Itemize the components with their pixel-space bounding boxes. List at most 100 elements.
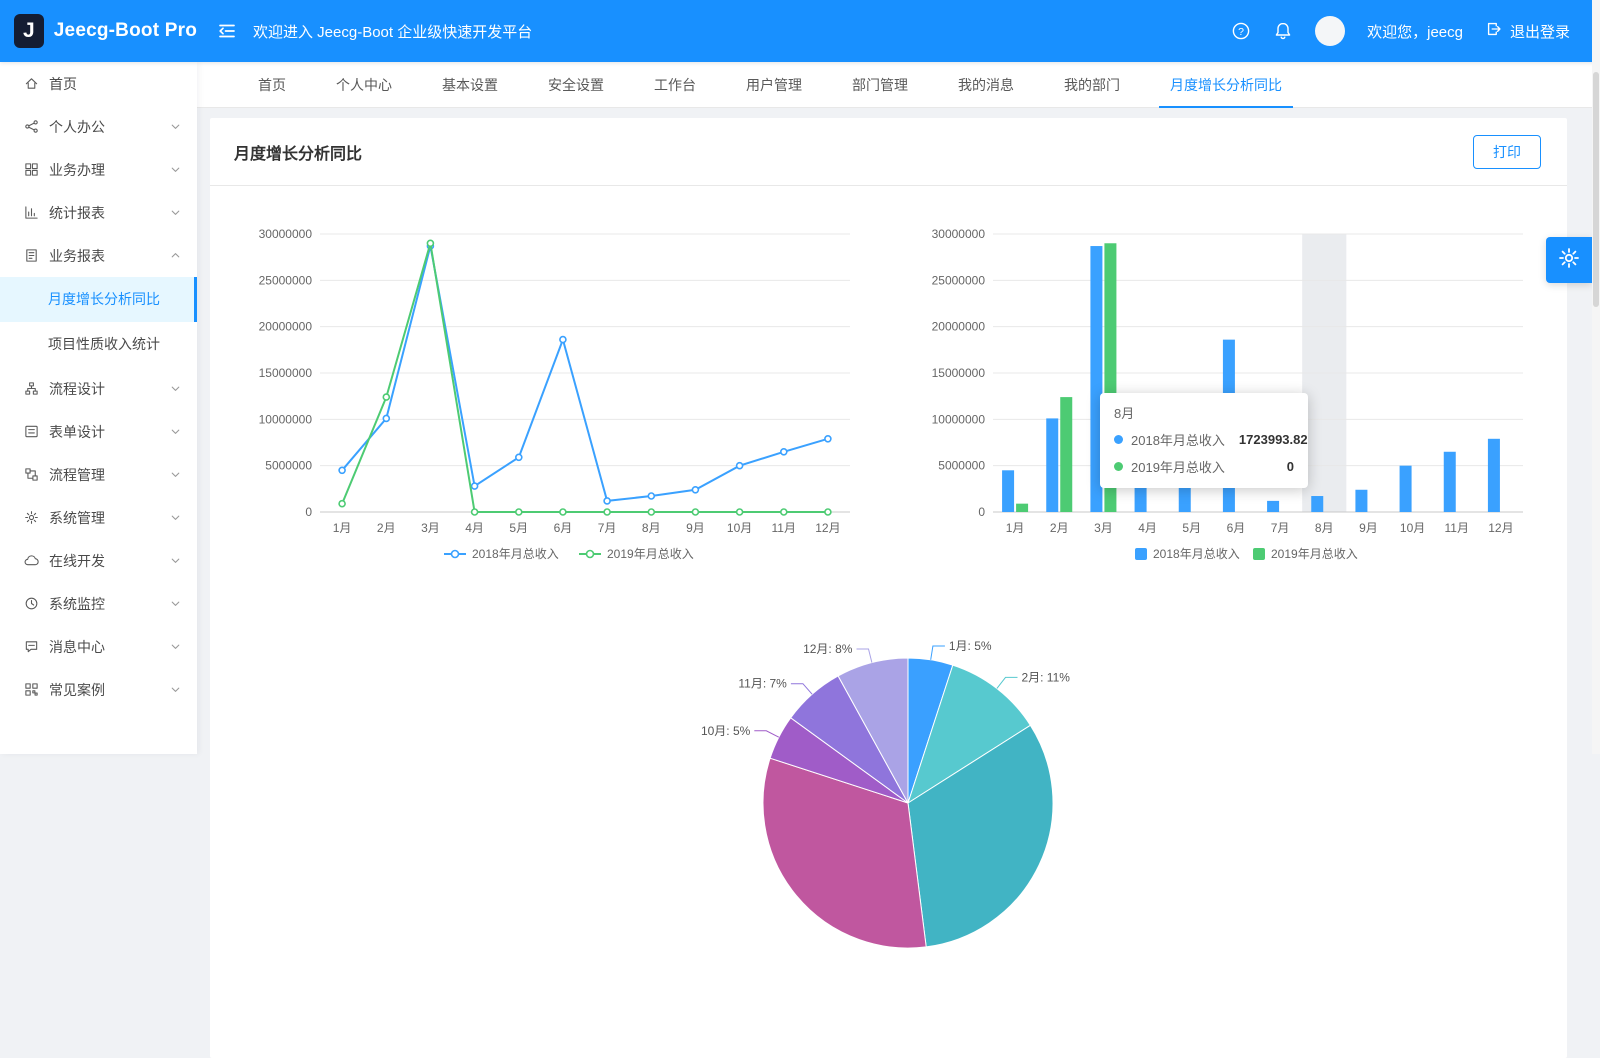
tab-item[interactable]: 工作台: [629, 62, 721, 107]
svg-text:9月: 9月: [1359, 521, 1378, 535]
svg-text:2018年月总收入: 2018年月总收入: [1153, 547, 1240, 561]
sidebar-subitem[interactable]: 项目性质收入统计: [0, 322, 197, 367]
appstore-icon: [24, 162, 39, 177]
bar-chart-icon: [24, 205, 39, 220]
svg-text:10月: 10月: [1400, 521, 1425, 535]
share-icon: [24, 119, 39, 134]
chevron-down-icon: [168, 467, 183, 482]
sidebar-item[interactable]: 常见案例: [0, 668, 197, 711]
bar-chart[interactable]: 0 5000000 10000000 15000000 20000000 25000000…: [905, 208, 1545, 568]
chevron-down-icon: [168, 205, 183, 220]
tab-item[interactable]: 部门管理: [827, 62, 933, 107]
svg-text:2019年月总收入: 2019年月总收入: [607, 547, 694, 561]
avatar[interactable]: [1315, 16, 1346, 46]
svg-text:5000000: 5000000: [265, 459, 312, 473]
svg-text:0: 0: [978, 505, 985, 519]
line-chart[interactable]: 0 5000000 10000000 15000000 20000000 25000000…: [232, 208, 872, 568]
tab-item[interactable]: 首页: [233, 62, 311, 107]
svg-text:4月: 4月: [465, 521, 484, 535]
svg-text:7月: 7月: [598, 521, 617, 535]
scrollbar-thumb[interactable]: [1593, 72, 1599, 307]
svg-text:30000000: 30000000: [932, 227, 986, 241]
svg-text:2018年月总收入: 2018年月总收入: [472, 547, 559, 561]
sidebar-item[interactable]: 流程设计: [0, 367, 197, 410]
sidebar-item[interactable]: 统计报表: [0, 191, 197, 234]
svg-text:9月: 9月: [686, 521, 705, 535]
brand[interactable]: J Jeecg-Boot Pro: [0, 14, 197, 48]
sidebar-item[interactable]: 个人办公: [0, 105, 197, 148]
page-scrollbar[interactable]: [1592, 0, 1600, 754]
message-icon: [24, 639, 39, 654]
svg-text:11月: 11月: [772, 521, 796, 535]
svg-text:8月: 8月: [642, 521, 661, 535]
bar-chart-canvas: 0 5000000 10000000 15000000 20000000 25000000…: [932, 227, 1523, 561]
sidebar-item[interactable]: 系统监控: [0, 582, 197, 625]
sidebar-item[interactable]: 业务办理: [0, 148, 197, 191]
content-card: 月度增长分析同比 打印 0 5000000 10000000 15000000 2000…: [210, 118, 1567, 1058]
tab-item[interactable]: 用户管理: [721, 62, 827, 107]
svg-text:5000000: 5000000: [938, 459, 985, 473]
sidebar-item[interactable]: 在线开发: [0, 539, 197, 582]
tooltip-title: 8月: [1114, 406, 1135, 421]
svg-text:8月: 8月: [1315, 521, 1334, 535]
app-logo: J: [14, 14, 44, 48]
tab-item[interactable]: 基本设置: [417, 62, 523, 107]
svg-text:25000000: 25000000: [932, 273, 986, 287]
gear-icon: [1557, 246, 1581, 275]
svg-text:11月: 11月: [1445, 521, 1469, 535]
series-value: 0: [1286, 459, 1294, 474]
sidebar-item[interactable]: 表单设计: [0, 410, 197, 453]
svg-text:12月: 12月: [815, 521, 840, 535]
sidebar: 首页个人办公业务办理统计报表业务报表月度增长分析同比 项目性质收入统计流程设计表单…: [0, 62, 197, 754]
sidebar-item-label: 流程设计: [49, 380, 105, 397]
sidebar-item[interactable]: 消息中心: [0, 625, 197, 668]
chevron-down-icon: [168, 553, 183, 568]
svg-text:5月: 5月: [509, 521, 528, 535]
tab-item[interactable]: 我的部门: [1039, 62, 1145, 107]
svg-text:25000000: 25000000: [259, 273, 313, 287]
svg-text:4月: 4月: [1138, 521, 1157, 535]
sidebar-item[interactable]: 首页: [0, 62, 197, 105]
tab-active[interactable]: 月度增长分析同比: [1145, 62, 1307, 108]
chevron-down-icon: [168, 639, 183, 654]
logout-button[interactable]: 退出登录: [1485, 20, 1570, 42]
help-icon[interactable]: ?: [1231, 21, 1251, 41]
chevron-down-icon: [168, 424, 183, 439]
chevron-up-icon: [168, 248, 183, 263]
sidebar-item-label: 首页: [49, 75, 77, 92]
sidebar-item-label: 常见案例: [49, 681, 105, 698]
pie-chart[interactable]: 1月: 5% 2月: 11% 10月: 5% 11月: 7% 12月: 8%: [440, 618, 1340, 1018]
theme-settings-button[interactable]: [1546, 237, 1592, 283]
tab-item[interactable]: 我的消息: [933, 62, 1039, 107]
chevron-down-icon: [168, 162, 183, 177]
chart-tooltip: 8月 2018年月总收入 1723993.82 2019年月总收入 0: [1100, 393, 1308, 488]
svg-text:12月: 12月: [1488, 521, 1513, 535]
sidebar-item-label: 业务办理: [49, 161, 105, 178]
series-name: 2018年月总收入: [1131, 433, 1225, 448]
svg-text:11月: 7%: 11月: 7%: [738, 677, 787, 691]
print-button[interactable]: 打印: [1473, 134, 1541, 169]
svg-text:10000000: 10000000: [932, 412, 986, 426]
sidebar-item[interactable]: 业务报表: [0, 234, 197, 277]
home-icon: [24, 76, 39, 91]
bell-icon[interactable]: [1273, 21, 1293, 41]
svg-text:3月: 3月: [1094, 521, 1113, 535]
tab-item[interactable]: 安全设置: [523, 62, 629, 107]
svg-text:20000000: 20000000: [259, 320, 313, 334]
header-actions: ? 欢迎您，jeecg 退出登录: [1231, 16, 1600, 46]
user-greeting: 欢迎您，jeecg: [1367, 23, 1463, 41]
svg-text:0: 0: [305, 505, 312, 519]
sidebar-item-label: 统计报表: [49, 204, 105, 221]
sidebar-item[interactable]: 系统管理: [0, 496, 197, 539]
sidebar-item-label: 表单设计: [49, 423, 105, 440]
sidebar-item-label: 流程管理: [49, 466, 105, 483]
chevron-down-icon: [168, 596, 183, 611]
tab-bar: 首页 个人中心 基本设置 安全设置 工作台 用户管理 部门管理 我的消息 我的部门 月度增长分析同…: [197, 62, 1600, 108]
sidebar-item[interactable]: 流程管理: [0, 453, 197, 496]
welcome-text: 欢迎进入 Jeecg-Boot 企业级快速开发平台: [253, 23, 533, 41]
sidebar-subitem[interactable]: 月度增长分析同比: [0, 277, 197, 322]
sidebar-item-label: 业务报表: [49, 247, 105, 264]
svg-text:2月: 2月: [1050, 521, 1069, 535]
menu-fold-icon[interactable]: [217, 21, 237, 41]
tab-item[interactable]: 个人中心: [311, 62, 417, 107]
